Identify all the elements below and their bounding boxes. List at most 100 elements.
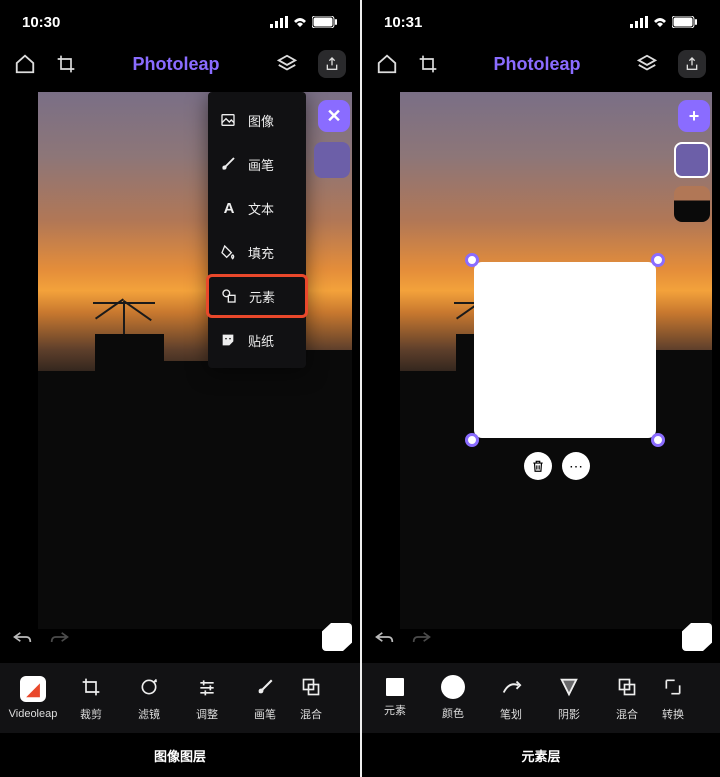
layers-icon[interactable] <box>276 53 298 75</box>
color-icon <box>441 675 465 699</box>
text-icon: A <box>220 200 238 217</box>
tool-label: 画笔 <box>254 706 276 722</box>
layers-icon[interactable] <box>636 53 658 75</box>
close-icon: ✕ <box>326 106 341 127</box>
menu-label: 贴纸 <box>248 331 274 350</box>
resize-handle-br[interactable] <box>651 433 665 447</box>
shapes-icon <box>221 288 239 304</box>
screenshot-right: 10:31 Photoleap <box>360 0 720 777</box>
transform-icon <box>660 674 686 700</box>
status-time: 10:30 <box>22 14 60 31</box>
tool-videoleap[interactable]: ◢ Videoleap <box>4 676 62 720</box>
status-indicators <box>630 16 698 28</box>
redo-icon[interactable] <box>50 629 70 645</box>
menu-label: 元素 <box>249 287 275 306</box>
status-bar: 10:30 <box>0 0 360 44</box>
tool-label: 裁剪 <box>80 706 102 722</box>
selected-element[interactable] <box>474 262 656 438</box>
eraser-icon[interactable] <box>682 623 712 651</box>
shadow-icon <box>556 674 582 700</box>
battery-icon <box>672 16 698 28</box>
tool-label: 阴影 <box>558 706 580 722</box>
stroke-icon <box>498 674 524 700</box>
crop-icon[interactable] <box>418 54 438 74</box>
add-layer-button[interactable]: + <box>678 100 710 132</box>
plus-icon: + <box>689 106 700 127</box>
add-layer-menu: 图像 画笔 A 文本 填充 元素 贴纸 <box>208 92 306 368</box>
menu-label: 文本 <box>248 199 274 218</box>
layer-thumbnail-image[interactable] <box>674 186 710 222</box>
menu-item-sticker[interactable]: 贴纸 <box>208 318 306 362</box>
menu-item-fill[interactable]: 填充 <box>208 230 306 274</box>
undo-icon[interactable] <box>12 629 32 645</box>
menu-label: 填充 <box>248 243 274 262</box>
square-icon <box>386 678 404 696</box>
app-toolbar: Photoleap <box>0 44 360 84</box>
resize-handle-tr[interactable] <box>651 253 665 267</box>
app-brand: Photoleap <box>493 54 580 75</box>
layer-type-label: 元素层 <box>362 733 720 777</box>
tool-element[interactable]: 元素 <box>366 678 424 718</box>
tool-filter[interactable]: 滤镜 <box>120 674 178 722</box>
tool-label: 颜色 <box>442 705 464 721</box>
tool-label: 滤镜 <box>138 706 160 722</box>
wifi-icon <box>292 16 308 28</box>
object-actions: ⋯ <box>524 452 590 480</box>
tool-blend[interactable]: 混合 <box>294 674 328 722</box>
status-bar: 10:31 <box>362 0 720 44</box>
more-button[interactable]: ⋯ <box>562 452 590 480</box>
tool-transform[interactable]: 转换 <box>656 674 690 722</box>
resize-handle-tl[interactable] <box>465 253 479 267</box>
editor-canvas[interactable]: ⋯ <box>400 92 712 629</box>
bottom-toolbar: ◢ Videoleap 裁剪 滤镜 调整 画笔 混合 <box>0 663 360 733</box>
home-icon[interactable] <box>376 53 398 75</box>
menu-item-image[interactable]: 图像 <box>208 98 306 142</box>
screenshot-left: 10:30 Photoleap 图像 画 <box>0 0 360 777</box>
tool-label: Videoleap <box>9 708 58 720</box>
undo-redo-row <box>12 623 352 651</box>
fill-icon <box>220 244 238 260</box>
undo-redo-row <box>374 623 712 651</box>
crop-icon <box>78 674 104 700</box>
delete-button[interactable] <box>524 452 552 480</box>
signal-icon <box>270 16 288 28</box>
crop-icon[interactable] <box>56 54 76 74</box>
menu-item-text[interactable]: A 文本 <box>208 186 306 230</box>
filter-icon <box>136 674 162 700</box>
close-button[interactable]: ✕ <box>318 100 350 132</box>
tool-crop[interactable]: 裁剪 <box>62 674 120 722</box>
layer-type-label: 图像图层 <box>0 733 360 777</box>
wifi-icon <box>652 16 668 28</box>
menu-label: 图像 <box>248 111 274 130</box>
signal-icon <box>630 16 648 28</box>
undo-icon[interactable] <box>374 629 394 645</box>
tool-label: 转换 <box>662 706 684 722</box>
app-toolbar: Photoleap <box>362 44 720 84</box>
bottom-toolbar: 元素 颜色 笔划 阴影 混合 转换 <box>362 663 720 733</box>
tool-color[interactable]: 颜色 <box>424 675 482 721</box>
redo-icon[interactable] <box>412 629 432 645</box>
tool-brush[interactable]: 画笔 <box>236 674 294 722</box>
layer-thumbnail[interactable] <box>314 142 350 178</box>
menu-item-elements[interactable]: 元素 <box>206 274 308 318</box>
tool-blend[interactable]: 混合 <box>598 674 656 722</box>
tool-shadow[interactable]: 阴影 <box>540 674 598 722</box>
layer-thumbnail-element[interactable] <box>674 142 710 178</box>
videoleap-icon: ◢ <box>20 676 46 702</box>
resize-handle-bl[interactable] <box>465 433 479 447</box>
share-icon[interactable] <box>678 50 706 78</box>
menu-item-brush[interactable]: 画笔 <box>208 142 306 186</box>
tool-label: 笔划 <box>500 706 522 722</box>
tool-label: 元素 <box>384 702 406 718</box>
tool-label: 调整 <box>196 706 218 722</box>
image-icon <box>220 112 238 128</box>
tool-stroke[interactable]: 笔划 <box>482 674 540 722</box>
blend-icon <box>298 674 324 700</box>
home-icon[interactable] <box>14 53 36 75</box>
tool-adjust[interactable]: 调整 <box>178 674 236 722</box>
sticker-icon <box>220 332 238 348</box>
eraser-icon[interactable] <box>322 623 352 651</box>
status-indicators <box>270 16 338 28</box>
share-icon[interactable] <box>318 50 346 78</box>
tool-label: 混合 <box>616 706 638 722</box>
